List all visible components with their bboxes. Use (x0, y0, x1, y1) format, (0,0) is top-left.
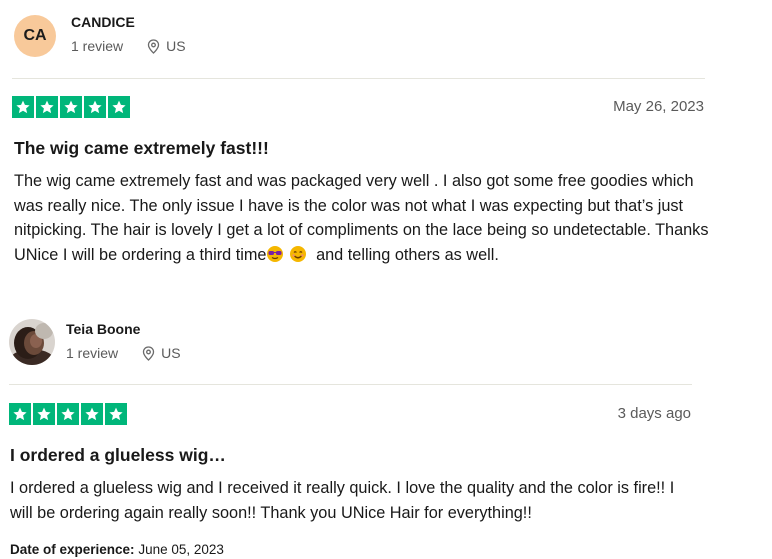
sunglasses-emoji-icon (266, 245, 284, 271)
reviewer-country: US (161, 345, 181, 361)
avatar[interactable]: CA (14, 15, 56, 57)
review-date: 3 days ago (617, 405, 691, 422)
review-body: The wig came extremely fast and was pack… (14, 169, 724, 270)
star-icon (108, 96, 130, 118)
experience-label: Date of experience: (10, 542, 135, 557)
reviewer-country: US (166, 38, 186, 54)
experience-date: June 05, 2023 (138, 542, 224, 557)
divider (12, 78, 705, 79)
review-text-end: and telling others as well. (316, 245, 499, 264)
smiling-face-emoji-icon (289, 245, 307, 271)
star-icon (36, 96, 58, 118)
star-icon (9, 403, 31, 425)
review-title[interactable]: I ordered a glueless wig… (10, 445, 226, 466)
review-count: 1 review (66, 345, 119, 361)
star-icon (84, 96, 106, 118)
star-icon (81, 403, 103, 425)
review-date: May 26, 2023 (613, 98, 704, 115)
avatar[interactable] (9, 319, 55, 365)
divider (9, 384, 692, 385)
avatar-photo (9, 319, 55, 365)
star-icon (105, 403, 127, 425)
date-of-experience: Date of experience: June 05, 2023 (10, 542, 224, 557)
star-icon (33, 403, 55, 425)
review-title[interactable]: The wig came extremely fast!!! (14, 138, 269, 159)
review-body: I ordered a glueless wig and I received … (10, 479, 675, 522)
avatar-initials: CA (23, 27, 47, 44)
review-count: 1 review (71, 38, 124, 54)
reviewer-meta: 1 review US (71, 38, 186, 54)
star-rating (12, 96, 130, 118)
location-pin-icon (142, 345, 155, 361)
star-icon (12, 96, 34, 118)
reviewer-name[interactable]: Teia Boone (66, 321, 140, 337)
reviewer-meta: 1 review US (66, 345, 181, 361)
location-pin-icon (147, 38, 160, 54)
star-rating (9, 403, 127, 425)
star-icon (60, 96, 82, 118)
star-icon (57, 403, 79, 425)
reviewer-name[interactable]: CANDICE (71, 14, 135, 30)
